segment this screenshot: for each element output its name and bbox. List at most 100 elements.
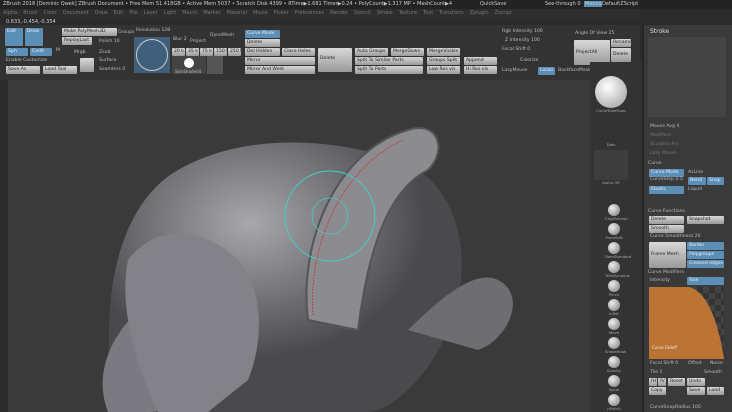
groups-split-button[interactable]: Groups Split — [427, 57, 460, 65]
snap-button[interactable]: Snap — [707, 177, 724, 185]
curve-delete-button[interactable]: Delete — [649, 216, 684, 224]
bend-button[interactable]: Bend — [688, 177, 706, 185]
delete-subtool-button[interactable]: Delete — [318, 48, 352, 72]
polish-slider[interactable]: Polish 10 — [99, 39, 120, 44]
stroke-panel-title[interactable]: Stroke — [650, 28, 669, 35]
brush-item[interactable]: Inflat — [605, 299, 623, 316]
lazymouse-toggle[interactable]: LazyMouse — [502, 68, 527, 73]
menu-macro[interactable]: Macro — [182, 10, 197, 17]
brush-item[interactable]: TrimDynamic — [605, 261, 630, 278]
project-toggle[interactable]: Project — [190, 39, 206, 44]
elastic-button[interactable]: Elastic — [649, 186, 684, 194]
menu-transform[interactable]: Transform — [439, 10, 464, 17]
m-toggle[interactable]: M — [56, 48, 60, 53]
load-tool-button[interactable]: Load Tool — [43, 66, 77, 74]
zsub-toggle[interactable]: Zsub — [99, 50, 110, 55]
falloff-smooth-slider[interactable]: Smooth — [704, 370, 722, 375]
menu-light[interactable]: Light — [164, 10, 176, 17]
reset-button[interactable]: Reset — [668, 378, 685, 386]
merge-down-button[interactable]: MergeDown — [391, 48, 424, 56]
brush-item[interactable]: Gravity — [605, 356, 623, 373]
brush-item[interactable]: SnakeHook — [605, 337, 626, 354]
creased-edges-toggle[interactable]: Creased edges — [687, 260, 724, 268]
curve-mode-toggle[interactable]: Curve Mode — [649, 169, 684, 177]
menu-stroke[interactable]: Stroke — [377, 10, 393, 17]
curve-smoothness-slider[interactable]: Curve Smoothness 20 — [650, 234, 701, 239]
dynamesh-res-button[interactable]: 250 k — [228, 48, 241, 56]
menu-zplugin[interactable]: Zplugin — [470, 10, 489, 17]
menu-material[interactable]: Material — [227, 10, 247, 17]
brush-item[interactable]: FormSoft — [605, 223, 623, 240]
menu-tool[interactable]: Tool — [423, 10, 433, 17]
smooth-button[interactable]: Smooth — [649, 225, 684, 233]
brush-item[interactable]: Move — [605, 318, 623, 335]
stroke-types-grid[interactable] — [648, 37, 726, 117]
curve-step-slider[interactable]: CurveStep 0.5 — [650, 177, 683, 182]
dynamesh-res-button[interactable]: 75 k — [200, 48, 213, 56]
make-polymesh-button[interactable]: Make PolyMesh3D — [62, 28, 117, 36]
brush-item[interactable]: ClayBuildup — [605, 204, 628, 221]
lazy-mouse-section[interactable]: Lazy Mouse — [650, 151, 677, 156]
replay-last-button[interactable]: ReplayLast — [62, 37, 92, 45]
menu-alpha[interactable]: Alpha — [3, 10, 17, 17]
menus-toggle[interactable]: Menus — [584, 1, 603, 7]
modifiers-section[interactable]: Modifiers — [650, 133, 671, 138]
curve-falloff-editor[interactable]: Curve Falloff — [649, 287, 724, 359]
split-parts-button[interactable]: Split To Parts — [355, 66, 423, 74]
curve-snap-radius-slider[interactable]: CurveSnapRadius 100 — [650, 405, 701, 410]
see-through-slider[interactable]: See-through 0 — [545, 1, 581, 7]
brush-item[interactable]: Spiral — [605, 375, 623, 392]
low-res-button[interactable]: Low Res vis — [427, 66, 460, 74]
menu-movie[interactable]: Movie — [253, 10, 268, 17]
sculptris-pro-section[interactable]: Sculptris Pro — [650, 142, 679, 147]
alpha-swatch[interactable] — [594, 150, 628, 180]
asline-toggle[interactable]: AsLine — [688, 170, 703, 175]
menu-preferences[interactable]: Preferences — [295, 10, 324, 17]
quicksave-button[interactable]: QuickSave — [480, 1, 506, 7]
hi-res-button[interactable]: Hi Res vis — [464, 66, 497, 74]
offset-slider[interactable]: Offset — [688, 361, 702, 366]
noise-slider[interactable]: Noise — [710, 361, 723, 366]
border-toggle[interactable]: Border — [687, 242, 724, 250]
liquid-toggle[interactable]: Liquid — [688, 187, 702, 192]
backface-mask-toggle[interactable]: BackfaceMask — [558, 68, 591, 73]
menu-picker[interactable]: Picker — [274, 10, 289, 17]
mouse-avg-slider[interactable]: Mouse Avg 4 — [650, 124, 679, 129]
delete-curve-button[interactable]: Delete — [245, 39, 280, 47]
rgb-intensity-slider[interactable]: Rgb Intensity 100 — [502, 29, 543, 34]
focal-shift-slider[interactable]: Focal Shift 0 — [502, 47, 530, 52]
mirror-weld-button[interactable]: Mirror And Weld — [245, 66, 315, 74]
z-intensity-slider[interactable]: Z Intensity 100 — [505, 38, 540, 43]
brush-item[interactable]: hPolish — [605, 394, 623, 411]
menu-draw[interactable]: Draw — [95, 10, 108, 17]
intensity-toggle[interactable]: Intensity — [650, 278, 670, 283]
undo-button[interactable]: Undo — [687, 378, 705, 386]
angle-of-view-slider[interactable]: Angle Of View 25 — [575, 31, 614, 36]
auto-groups-button[interactable]: Auto Groups — [355, 48, 388, 56]
texture-swatch[interactable] — [207, 56, 223, 74]
menu-render[interactable]: Render — [330, 10, 348, 17]
merge-visible-button[interactable]: MergeVisible — [427, 48, 460, 56]
split-similar-button[interactable]: Split To Similar Parts — [355, 57, 423, 65]
size-toggle[interactable]: Size — [687, 277, 724, 285]
save-button[interactable]: Save — [687, 387, 705, 395]
curve-section[interactable]: Curve — [648, 161, 662, 166]
enable-customize[interactable]: Enable Customize — [6, 58, 47, 63]
menu-layer[interactable]: Layer — [144, 10, 158, 17]
rename-button[interactable]: Rename — [611, 39, 631, 47]
menu-color[interactable]: Color — [44, 10, 57, 17]
curve-mode-button[interactable]: Curve Mode — [245, 30, 280, 38]
dynamesh-res-button[interactable]: 20 k — [172, 48, 185, 56]
save-as-button[interactable]: Save As — [6, 66, 40, 74]
copy-button[interactable]: Copy — [649, 387, 666, 395]
colorize-toggle[interactable]: Colorize — [520, 58, 539, 63]
blur-slider[interactable]: Blur 2 — [173, 37, 187, 42]
menu-marker[interactable]: Marker — [203, 10, 220, 17]
flip-h-button[interactable]: fH — [649, 378, 657, 386]
current-brush-icon[interactable] — [595, 76, 627, 108]
mirror-button[interactable]: Mirror — [245, 57, 315, 65]
menu-brush[interactable]: Brush — [23, 10, 37, 17]
menu-texture[interactable]: Texture — [399, 10, 417, 17]
mrgb-toggle[interactable]: Mrgb — [74, 50, 86, 55]
draw-button[interactable]: Draw — [25, 28, 43, 46]
